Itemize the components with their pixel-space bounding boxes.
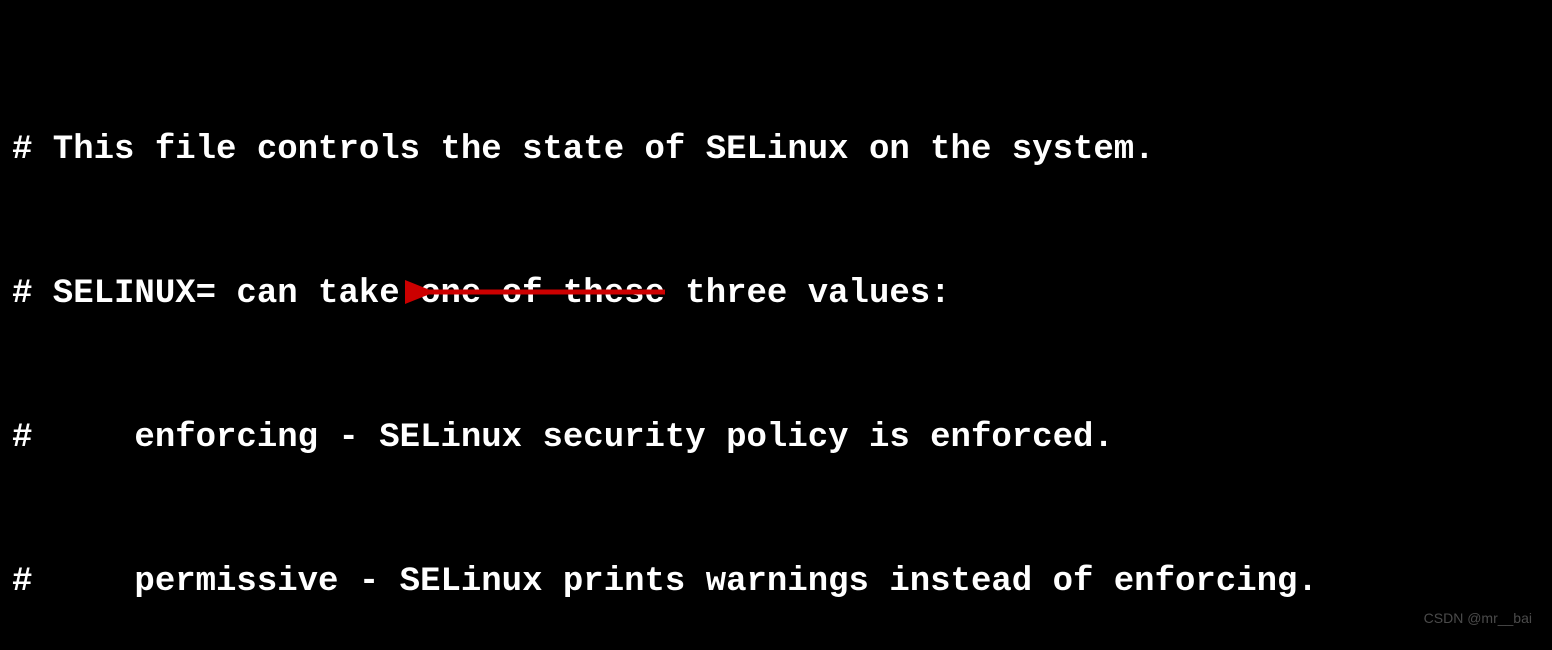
config-comment-line: # permissive - SELinux prints warnings i… — [12, 558, 1540, 606]
watermark-text: CSDN @mr__bai — [1424, 594, 1532, 642]
terminal-editor[interactable]: # This file controls the state of SELinu… — [0, 0, 1552, 650]
config-comment-line: # SELINUX= can take one of these three v… — [12, 270, 1540, 318]
config-comment-line: # This file controls the state of SELinu… — [12, 126, 1540, 174]
config-comment-line: # enforcing - SELinux security policy is… — [12, 414, 1540, 462]
